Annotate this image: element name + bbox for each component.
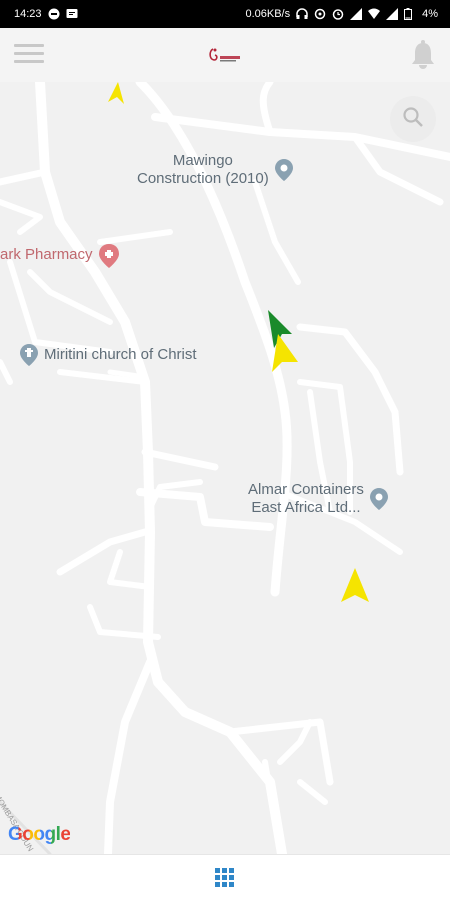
app-logo-icon: [205, 45, 245, 67]
vehicle-marker-yellow[interactable]: [268, 334, 300, 374]
place-label: Miritini church of Christ: [44, 346, 197, 363]
place-almar[interactable]: Almar Containers East Africa Ltd...: [248, 481, 388, 517]
alarm-icon: [332, 8, 344, 20]
place-label: Mawingo Construction (2010): [137, 152, 269, 187]
pharmacy-pin-icon: [98, 244, 119, 268]
vehicle-marker-yellow[interactable]: [340, 568, 370, 604]
bell-icon[interactable]: [410, 40, 436, 70]
google-attribution: Google: [8, 824, 71, 845]
network-speed: 0.06KB/s: [245, 8, 291, 20]
church-pin-icon: [20, 344, 38, 366]
place-church[interactable]: Miritini church of Christ: [20, 344, 197, 366]
hamburger-menu-icon[interactable]: [14, 44, 44, 66]
do-not-disturb-icon: [48, 8, 60, 20]
place-pin-icon: [369, 488, 388, 510]
map-search-button[interactable]: [390, 96, 436, 142]
signal-icon-2: [386, 8, 399, 20]
place-pharmacy[interactable]: ark Pharmacy: [0, 244, 119, 268]
battery-level: 4%: [422, 8, 438, 20]
battery-icon: [404, 8, 416, 20]
message-icon: [66, 8, 78, 20]
location-icon: [314, 8, 326, 20]
place-pin-icon: [274, 159, 293, 181]
place-label: ark Pharmacy: [0, 246, 93, 263]
bottom-bar: [0, 854, 450, 901]
wifi-icon: [368, 8, 381, 20]
headphones-icon: [296, 8, 308, 20]
place-mawingo[interactable]: Mawingo Construction (2010): [137, 152, 293, 188]
map-view[interactable]: Mawingo Construction (2010) ark Pharmacy…: [0, 82, 450, 854]
search-icon: [402, 106, 424, 133]
apps-grid-icon[interactable]: [215, 868, 235, 888]
app-bar: [0, 28, 450, 83]
status-time: 14:23: [14, 8, 42, 20]
signal-icon: [350, 8, 363, 20]
road-network: [0, 82, 450, 854]
vehicle-marker-yellow[interactable]: [108, 82, 136, 106]
status-bar: 14:23 0.06KB/s 4%: [0, 0, 450, 28]
place-label: Almar Containers East Africa Ltd...: [248, 481, 364, 516]
